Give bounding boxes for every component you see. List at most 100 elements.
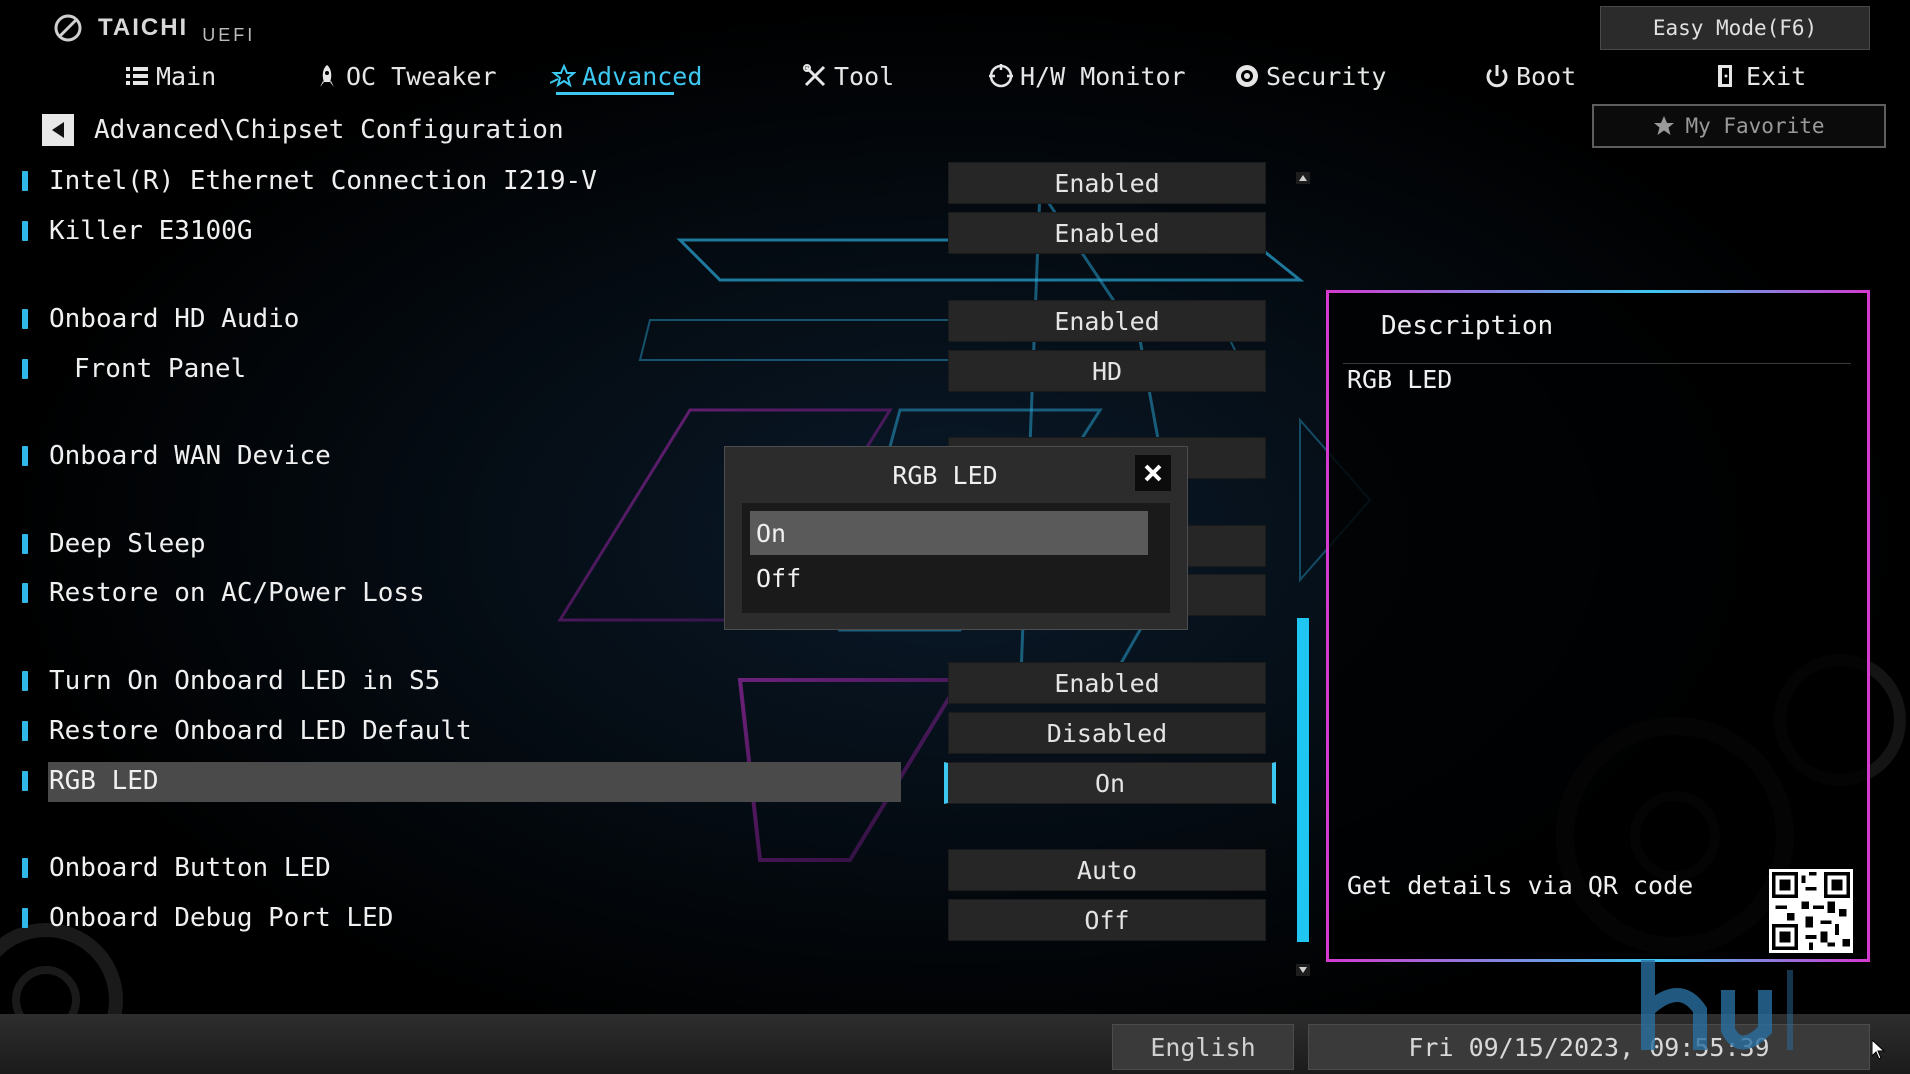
setting-value-dropdown[interactable]: Enabled [948, 162, 1266, 204]
setting-row-button-led[interactable]: Onboard Button LED Auto [0, 849, 1290, 891]
setting-label: Onboard WAN Device [49, 441, 331, 471]
rocket-icon [320, 65, 334, 87]
row-marker [22, 771, 28, 791]
tab-boot[interactable]: Boot [1484, 56, 1576, 96]
mouse-cursor-icon [1872, 1040, 1886, 1060]
breadcrumb-path: Advanced\Chipset Configuration [94, 115, 564, 145]
tab-security[interactable]: Security [1234, 56, 1386, 96]
setting-value-dropdown[interactable]: Off [948, 899, 1266, 941]
tab-security-label: Security [1266, 61, 1387, 91]
row-marker [22, 359, 28, 379]
row-marker [22, 721, 28, 741]
scroll-down-button[interactable] [1296, 964, 1310, 976]
setting-value-dropdown[interactable]: On [944, 762, 1276, 804]
setting-value-dropdown[interactable]: Auto [948, 849, 1266, 891]
active-tab-underline [556, 92, 674, 95]
row-marker [22, 583, 28, 603]
taichi-mark-icon [54, 14, 82, 42]
popup-option-list: On Off [742, 503, 1170, 613]
setting-row-rgb-led[interactable]: RGB LED On [0, 762, 1290, 804]
row-marker [22, 671, 28, 691]
rgb-led-popup: RGB LED On Off [724, 446, 1188, 630]
setting-label: Intel(R) Ethernet Connection I219-V [49, 166, 597, 196]
qr-code [1769, 869, 1853, 953]
tab-oc-tweaker-label: OC Tweaker [346, 61, 497, 91]
setting-row-intel-ethernet[interactable]: Intel(R) Ethernet Connection I219-V Enab… [0, 162, 1290, 204]
description-panel: Description RGB LED Get details via QR c… [1326, 290, 1870, 962]
row-marker [22, 171, 28, 191]
tab-hw-monitor-label: H/W Monitor [1020, 61, 1186, 91]
close-button[interactable] [1135, 455, 1171, 491]
description-title: Description [1381, 311, 1554, 341]
popup-option-off[interactable]: Off [750, 556, 1148, 600]
star-icon [1654, 116, 1675, 135]
chevron-down-icon [1299, 967, 1307, 973]
my-favorite-label: My Favorite [1685, 114, 1825, 138]
setting-value-dropdown[interactable]: Enabled [948, 212, 1266, 254]
popup-option-on[interactable]: On [750, 511, 1148, 555]
star-icon [550, 63, 576, 88]
setting-label: Restore Onboard LED Default [49, 716, 472, 746]
row-marker [22, 908, 28, 928]
setting-label: Deep Sleep [49, 529, 206, 559]
setting-label: Onboard HD Audio [49, 304, 300, 334]
my-favorite-button[interactable]: My Favorite [1592, 104, 1886, 148]
tab-hw-monitor[interactable]: H/W Monitor [988, 56, 1186, 96]
tab-main[interactable]: Main [124, 56, 216, 96]
row-marker [22, 309, 28, 329]
easy-mode-button[interactable]: Easy Mode(F6) [1600, 6, 1870, 50]
brand-name: TAICHI [98, 14, 189, 41]
language-selector[interactable]: English [1112, 1024, 1294, 1070]
row-marker [22, 858, 28, 878]
tab-exit-label: Exit [1746, 61, 1807, 91]
setting-value-dropdown[interactable]: Enabled [948, 300, 1266, 342]
setting-row-led-s5[interactable]: Turn On Onboard LED in S5 Enabled [0, 662, 1290, 704]
setting-label: Onboard Button LED [49, 853, 331, 883]
tab-main-label: Main [156, 61, 217, 91]
setting-value-dropdown[interactable]: Enabled [948, 662, 1266, 704]
setting-label: RGB LED [49, 766, 159, 796]
setting-row-front-panel[interactable]: Front Panel HD [0, 350, 1290, 392]
chevron-left-icon [52, 122, 64, 138]
description-divider [1343, 363, 1851, 364]
setting-row-killer[interactable]: Killer E3100G Enabled [0, 212, 1290, 254]
setting-label: Restore on AC/Power Loss [49, 578, 425, 608]
row-marker [22, 446, 28, 466]
setting-label: Turn On Onboard LED in S5 [49, 666, 441, 696]
scroll-up-button[interactable] [1296, 172, 1310, 184]
brand-suffix: UEFI [202, 25, 256, 45]
breadcrumb: Advanced\Chipset Configuration [42, 114, 564, 146]
monitor-icon [989, 64, 1013, 88]
status-bar: English Fri 09/15/2023, 09:55:39 [0, 1014, 1910, 1074]
tab-exit[interactable]: Exit [1714, 56, 1806, 96]
list-icon [126, 67, 148, 85]
selection-highlight [48, 762, 901, 802]
setting-row-restore-led[interactable]: Restore Onboard LED Default Disabled [0, 712, 1290, 754]
setting-label: Front Panel [74, 354, 247, 384]
popup-title: RGB LED [892, 461, 998, 490]
tab-boot-label: Boot [1516, 61, 1577, 91]
exit-icon [1718, 65, 1732, 87]
setting-row-debug-led[interactable]: Onboard Debug Port LED Off [0, 899, 1290, 941]
chevron-up-icon [1299, 175, 1307, 181]
qr-caption: Get details via QR code [1347, 871, 1694, 900]
channel-watermark-logo [1641, 960, 1793, 1050]
tab-tool[interactable]: Tool [802, 56, 894, 96]
close-icon [1144, 464, 1162, 482]
setting-row-hd-audio[interactable]: Onboard HD Audio Enabled [0, 300, 1290, 342]
setting-label: Killer E3100G [49, 216, 253, 246]
power-icon [1486, 65, 1508, 88]
shield-icon [1236, 65, 1258, 87]
back-button[interactable] [42, 114, 74, 146]
scrollbar-thumb[interactable] [1297, 618, 1309, 942]
tab-advanced[interactable]: Advanced [550, 56, 702, 96]
tab-oc-tweaker[interactable]: OC Tweaker [314, 56, 497, 96]
main-nav: Main OC Tweaker Advanced Tool H/W Monito… [0, 56, 1910, 100]
tools-icon [803, 64, 826, 87]
setting-value-dropdown[interactable]: Disabled [948, 712, 1266, 754]
setting-value-dropdown[interactable]: HD [948, 350, 1266, 392]
row-marker [22, 221, 28, 241]
taichi-logo: TAICHI UEFI [52, 14, 255, 45]
tab-tool-label: Tool [834, 61, 895, 91]
setting-label: Onboard Debug Port LED [49, 903, 394, 933]
